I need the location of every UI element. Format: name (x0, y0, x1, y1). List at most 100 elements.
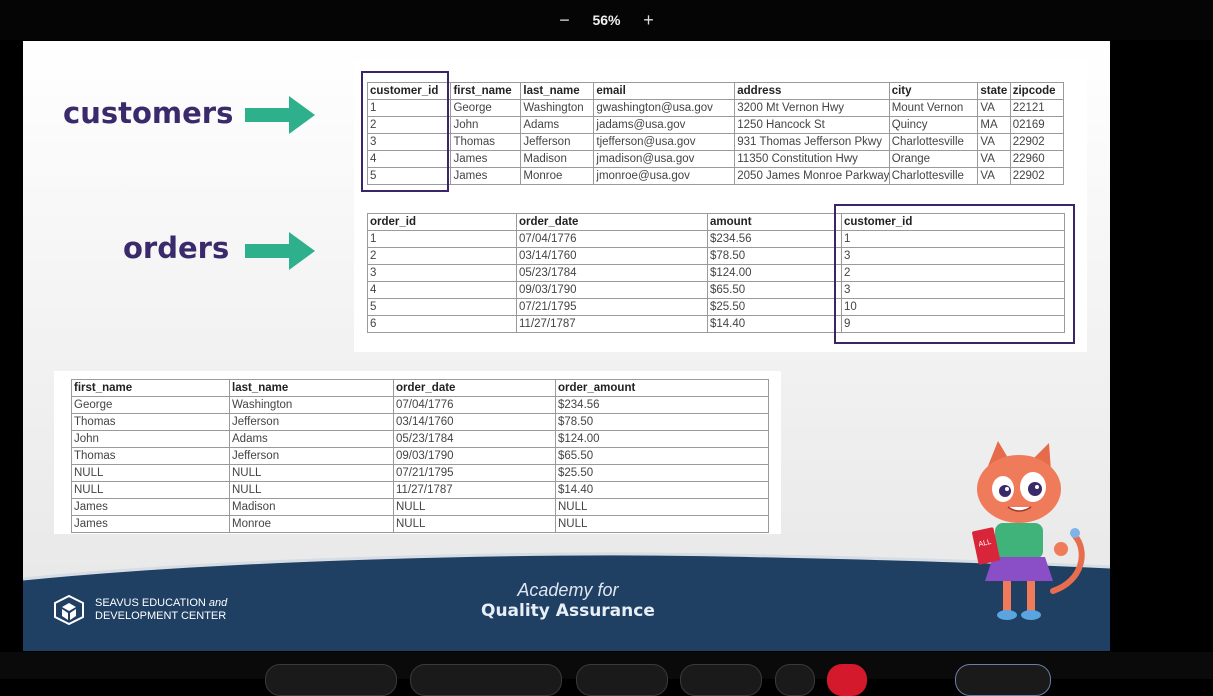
table-cell: 1250 Hancock St (734, 116, 890, 134)
table-cell: Washington (229, 396, 394, 414)
table-cell: VA (977, 167, 1011, 185)
table-row: 1 George Washington gwashington@usa.gov 3200… (366, 99, 1065, 117)
table-cell: $14.40 (707, 315, 842, 333)
table-row: 5 James Monroe jmonroe@usa.gov 2050 James Mo… (366, 167, 1065, 185)
table-row: James Madison NULL NULL (71, 498, 769, 516)
table-cell: VA (977, 133, 1011, 151)
table-cell: NULL (71, 464, 230, 482)
table-cell: 4 (367, 281, 517, 299)
table-cell: 3200 Mt Vernon Hwy (734, 99, 890, 117)
table-cell: $25.50 (555, 464, 769, 482)
table-cell: Charlottesville (888, 133, 979, 151)
table-cell: Monroe (229, 515, 394, 533)
table-row: 4 09/03/1790 $65.50 3 (367, 281, 1065, 299)
table-cell: NULL (71, 481, 230, 499)
participants-control-button[interactable] (955, 664, 1051, 696)
table-cell: 1 (841, 230, 1065, 248)
table-cell: 07/21/1795 (516, 298, 708, 316)
table-cell: Quincy (888, 116, 979, 134)
table-cell: 3 (367, 264, 517, 282)
table-cell: 1 (367, 230, 517, 248)
table-row: John Adams 05/23/1784 $124.00 (71, 430, 769, 448)
leave-call-button[interactable] (827, 664, 867, 696)
table-cell: NULL (229, 464, 394, 482)
table-cell: Thomas (71, 413, 230, 431)
column-header: first_name (71, 379, 230, 397)
table-cell: $78.50 (707, 247, 842, 265)
table-cell: Jefferson (520, 133, 595, 151)
table-cell: George (71, 396, 230, 414)
table-cell: Madison (520, 150, 595, 168)
table-cell: 09/03/1790 (393, 447, 556, 465)
brand-and: and (208, 597, 228, 609)
table-cell: 07/04/1776 (516, 230, 708, 248)
table-cell: 3 (366, 133, 452, 151)
table-cell: Thomas (71, 447, 230, 465)
table-row: NULL NULL 07/21/1795 $25.50 (71, 464, 769, 482)
table-row: 6 11/27/1787 $14.40 9 (367, 315, 1065, 333)
table-cell: NULL (229, 481, 394, 499)
table-cell: Adams (229, 430, 394, 448)
table-cell: 03/14/1760 (393, 413, 556, 431)
zoom-out-button[interactable]: − (554, 10, 574, 31)
table-cell: 22121 (1009, 99, 1065, 117)
brand-line2: DEVELOPMENT CENTER (95, 610, 227, 622)
academy-line2: Quality Assurance (481, 601, 655, 621)
table-row: Thomas Jefferson 03/14/1760 $78.50 (71, 413, 769, 431)
table-cell: $65.50 (555, 447, 769, 465)
reactions-control-button[interactable] (680, 664, 762, 696)
table-cell: 11350 Constitution Hwy (734, 150, 890, 168)
table-cell: 07/04/1776 (393, 396, 556, 414)
customers-table: customer_id first_name last_name email addre… (366, 82, 1065, 185)
share-control-button[interactable] (576, 664, 668, 696)
column-header: order_date (393, 379, 556, 397)
shared-slide: customers orders customer_id first_name la… (23, 41, 1110, 651)
table-cell: 02169 (1009, 116, 1065, 134)
arrow-right-icon (245, 96, 315, 134)
table-cell: 5 (367, 298, 517, 316)
column-header: customer_id (841, 213, 1065, 231)
table-row: Thomas Jefferson 09/03/1790 $65.50 (71, 447, 769, 465)
cat-mascot-illustration: ALL (972, 441, 1085, 620)
table-cell: jmonroe@usa.gov (593, 167, 736, 185)
column-header: first_name (450, 82, 522, 100)
more-control-button[interactable] (775, 664, 815, 696)
table-cell: George (450, 99, 522, 117)
table-cell: gwashington@usa.gov (593, 99, 736, 117)
table-cell: 05/23/1784 (393, 430, 556, 448)
table-cell: James (450, 150, 522, 168)
table-cell: Charlottesville (888, 167, 979, 185)
table-cell: 07/21/1795 (393, 464, 556, 482)
mic-control-button[interactable] (265, 664, 397, 696)
orders-label: orders (123, 231, 230, 265)
table-row: 2 03/14/1760 $78.50 3 (367, 247, 1065, 265)
table-row: George Washington 07/04/1776 $234.56 (71, 396, 769, 414)
table-cell: 11/27/1787 (516, 315, 708, 333)
column-header: last_name (520, 82, 595, 100)
zoom-level: 56% (592, 12, 621, 28)
table-cell: jadams@usa.gov (593, 116, 736, 134)
table-cell: 4 (366, 150, 452, 168)
table-cell: 2 (841, 264, 1065, 282)
zoom-in-button[interactable]: + (639, 10, 659, 31)
table-cell: NULL (393, 498, 556, 516)
table-cell: 03/14/1760 (516, 247, 708, 265)
table-cell: NULL (555, 515, 769, 533)
column-header: order_date (516, 213, 708, 231)
table-cell: Adams (520, 116, 595, 134)
camera-control-button[interactable] (410, 664, 562, 696)
join-result-table: first_name last_name order_date order_amoun… (71, 379, 769, 533)
table-row: 3 05/23/1784 $124.00 2 (367, 264, 1065, 282)
table-cell: NULL (393, 515, 556, 533)
table-cell: Madison (229, 498, 394, 516)
customers-label: customers (63, 96, 234, 130)
orders-table: order_id order_date amount customer_id 1 07/… (367, 213, 1065, 333)
table-cell: 22902 (1009, 167, 1065, 185)
table-cell: Mount Vernon (888, 99, 979, 117)
brand-line1: SEAVUS EDUCATION (95, 597, 206, 609)
table-cell: 2050 James Monroe Parkway (734, 167, 890, 185)
table-cell: Monroe (520, 167, 595, 185)
table-cell: VA (977, 99, 1011, 117)
table-cell: $124.00 (555, 430, 769, 448)
table-cell: James (71, 498, 230, 516)
